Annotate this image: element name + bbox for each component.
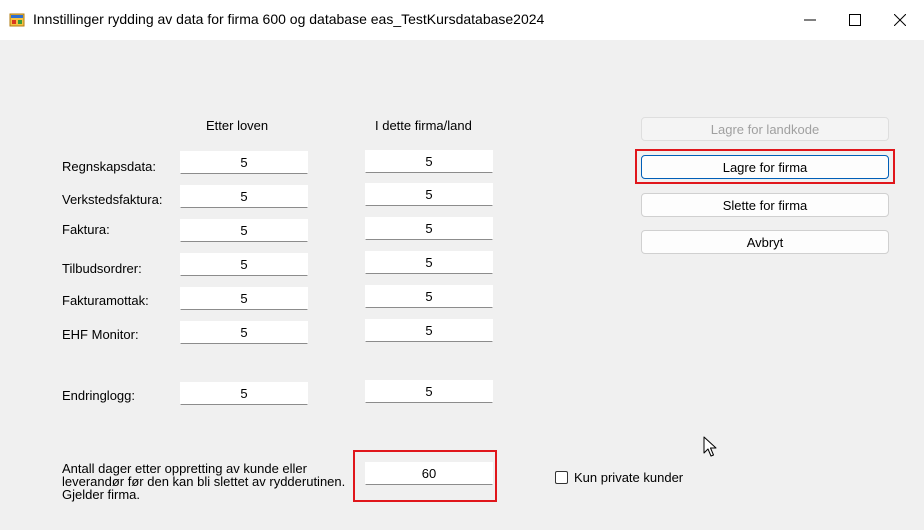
law-input-verkstedsfaktura[interactable] (181, 186, 307, 207)
row-label-regnskapsdata: Regnskapsdata: (62, 159, 156, 174)
company-input-ehf-monitor[interactable] (366, 320, 492, 341)
law-input-tilbudsordrer[interactable] (181, 254, 307, 275)
law-input-endringlogg[interactable] (181, 383, 307, 404)
law-field-ehf-monitor[interactable] (180, 321, 308, 344)
law-input-regnskapsdata[interactable] (181, 152, 307, 173)
delete-company-button[interactable]: Slette for firma (641, 193, 889, 217)
row-label-ehf-monitor: EHF Monitor: (62, 327, 139, 342)
row-label-tilbudsordrer: Tilbudsordrer: (62, 261, 142, 276)
maximize-button[interactable] (832, 0, 878, 40)
law-field-faktura[interactable] (180, 219, 308, 242)
company-field-faktura[interactable] (365, 217, 493, 240)
company-input-endringlogg[interactable] (366, 381, 492, 402)
law-field-regnskapsdata[interactable] (180, 151, 308, 174)
private-customers-label: Kun private kunder (574, 470, 684, 485)
company-field-tilbudsordrer[interactable] (365, 251, 493, 274)
law-field-endringlogg[interactable] (180, 382, 308, 405)
window-title: Innstillinger rydding av data for firma … (33, 11, 545, 27)
company-field-endringlogg[interactable] (365, 380, 493, 403)
mouse-cursor-icon (703, 436, 717, 457)
column-header-law: Etter loven (206, 118, 269, 133)
law-input-fakturamottak[interactable] (181, 288, 307, 309)
company-input-regnskapsdata[interactable] (366, 151, 492, 172)
private-customers-checkbox[interactable] (555, 471, 568, 484)
law-input-ehf-monitor[interactable] (181, 322, 307, 343)
maximize-icon (849, 14, 861, 26)
law-field-verkstedsfaktura[interactable] (180, 185, 308, 208)
company-input-fakturamottak[interactable] (366, 286, 492, 307)
customer-days-field[interactable] (365, 462, 493, 485)
row-label-endringlogg: Endringlogg: (62, 388, 135, 403)
customer-days-label: Antall dager etter oppretting av kunde e… (62, 461, 346, 502)
minimize-button[interactable] (787, 0, 833, 40)
company-field-fakturamottak[interactable] (365, 285, 493, 308)
company-input-tilbudsordrer[interactable] (366, 252, 492, 273)
company-field-regnskapsdata[interactable] (365, 150, 493, 173)
column-header-company: I dette firma/land (375, 118, 472, 133)
company-input-faktura[interactable] (366, 218, 492, 239)
row-label-verkstedsfaktura: Verkstedsfaktura: (62, 192, 163, 207)
close-icon (894, 14, 906, 26)
company-field-ehf-monitor[interactable] (365, 319, 493, 342)
save-country-button[interactable]: Lagre for landkode (641, 117, 889, 141)
law-input-faktura[interactable] (181, 220, 307, 241)
title-bar: Innstillinger rydding av data for firma … (0, 0, 924, 40)
customer-days-input[interactable] (366, 463, 492, 484)
company-input-verkstedsfaktura[interactable] (366, 184, 492, 205)
row-label-faktura: Faktura: (62, 222, 110, 237)
save-company-button[interactable]: Lagre for firma (641, 155, 889, 179)
private-customers-option[interactable]: Kun private kunder (555, 470, 683, 485)
close-button[interactable] (877, 0, 923, 40)
cancel-button[interactable]: Avbryt (641, 230, 889, 254)
law-field-fakturamottak[interactable] (180, 287, 308, 310)
company-field-verkstedsfaktura[interactable] (365, 183, 493, 206)
row-label-fakturamottak: Fakturamottak: (62, 293, 149, 308)
app-icon (9, 13, 25, 27)
minimize-icon (804, 19, 816, 21)
law-field-tilbudsordrer[interactable] (180, 253, 308, 276)
